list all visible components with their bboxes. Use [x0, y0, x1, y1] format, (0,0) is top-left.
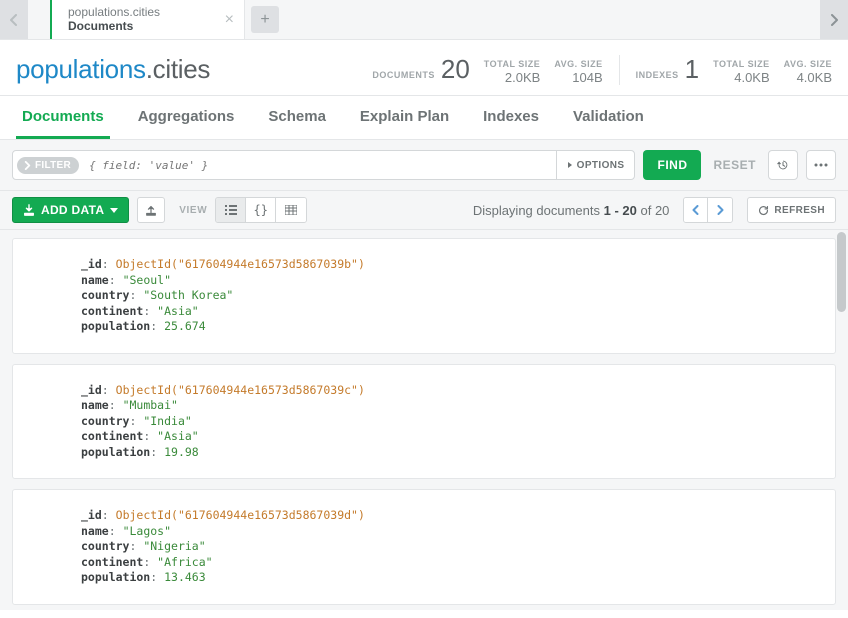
stat-idx-avg-size: AVG. SIZE 4.0KB: [784, 59, 832, 85]
export-icon: [145, 204, 157, 216]
filter-input[interactable]: [85, 159, 556, 172]
stat-idx-total-size: TOTAL SIZE 4.0KB: [713, 59, 770, 85]
page-prev-button[interactable]: [684, 198, 708, 222]
filter-pill[interactable]: FILTER: [17, 157, 79, 174]
tab-indexes[interactable]: Indexes: [477, 96, 545, 139]
pager: [683, 197, 733, 223]
document-card[interactable]: _id: ObjectId("617604944e16573d5867039b"…: [12, 238, 836, 354]
window-tabbar: populations.cities Documents × +: [0, 0, 848, 40]
history-icon: [776, 158, 790, 172]
history-button[interactable]: [768, 150, 798, 180]
coll-name: cities: [153, 54, 210, 84]
documents-toolbar: ADD DATA VIEW {} Displaying documents 1 …: [0, 190, 848, 230]
add-data-button[interactable]: ADD DATA: [12, 197, 129, 223]
chevron-right-icon: [717, 205, 724, 215]
tab-validation[interactable]: Validation: [567, 96, 650, 139]
document-list: _id: ObjectId("617604944e16573d5867039b"…: [0, 230, 848, 610]
section-tabs: Documents Aggregations Schema Explain Pl…: [0, 96, 848, 140]
refresh-icon: [758, 205, 769, 216]
more-button[interactable]: [806, 150, 836, 180]
scrollbar-thumb[interactable]: [837, 232, 846, 312]
view-json-button[interactable]: {}: [246, 198, 276, 222]
stat-documents: DOCUMENTS 20: [372, 54, 469, 85]
tab-explain-plan[interactable]: Explain Plan: [354, 96, 455, 139]
find-button[interactable]: FIND: [643, 150, 701, 180]
collection-stats: DOCUMENTS 20 TOTAL SIZE 2.0KB AVG. SIZE …: [372, 54, 832, 85]
options-button[interactable]: OPTIONS: [556, 151, 635, 179]
pagination-text: Displaying documents 1 - 20 of 20: [473, 203, 670, 218]
tab-aggregations[interactable]: Aggregations: [132, 96, 241, 139]
download-icon: [23, 204, 35, 216]
collection-name: populations.cities: [16, 54, 210, 85]
view-mode-group: {}: [215, 197, 307, 223]
filter-row: FILTER OPTIONS FIND RESET: [0, 140, 848, 190]
reset-button[interactable]: RESET: [709, 158, 760, 172]
tab-documents[interactable]: Documents: [16, 96, 110, 139]
filter-box: FILTER OPTIONS: [12, 150, 635, 180]
workspace-tab[interactable]: populations.cities Documents ×: [50, 0, 245, 39]
stat-indexes: INDEXES 1: [636, 54, 699, 85]
stat-total-size: TOTAL SIZE 2.0KB: [484, 59, 541, 85]
view-list-button[interactable]: [216, 198, 246, 222]
close-icon[interactable]: ×: [225, 12, 234, 28]
document-card[interactable]: _id: ObjectId("617604944e16573d5867039c"…: [12, 364, 836, 480]
table-icon: [285, 205, 297, 215]
tab-schema[interactable]: Schema: [262, 96, 332, 139]
view-table-button[interactable]: [276, 198, 306, 222]
ellipsis-icon: [814, 163, 828, 167]
document-card[interactable]: _id: ObjectId("617604944e16573d5867039d"…: [12, 489, 836, 605]
stat-avg-size: AVG. SIZE 104B: [554, 59, 602, 85]
chevron-right-icon: [23, 161, 32, 170]
add-tab-button[interactable]: +: [251, 6, 279, 33]
tabbar-prev-button[interactable]: [0, 0, 28, 39]
list-icon: [225, 205, 237, 215]
tab-title: populations.cities: [68, 5, 210, 19]
tab-subtitle: Documents: [68, 19, 210, 35]
collection-header: populations.cities DOCUMENTS 20 TOTAL SI…: [0, 40, 848, 96]
tabbar-next-button[interactable]: [820, 0, 848, 39]
refresh-button[interactable]: REFRESH: [747, 197, 836, 223]
view-label: VIEW: [179, 205, 207, 216]
export-button[interactable]: [137, 197, 165, 223]
chevron-left-icon: [692, 205, 699, 215]
caret-right-icon: [567, 161, 573, 169]
braces-icon: {}: [254, 203, 268, 217]
page-next-button[interactable]: [708, 198, 732, 222]
caret-down-icon: [110, 208, 118, 213]
db-name: populations: [16, 54, 146, 84]
